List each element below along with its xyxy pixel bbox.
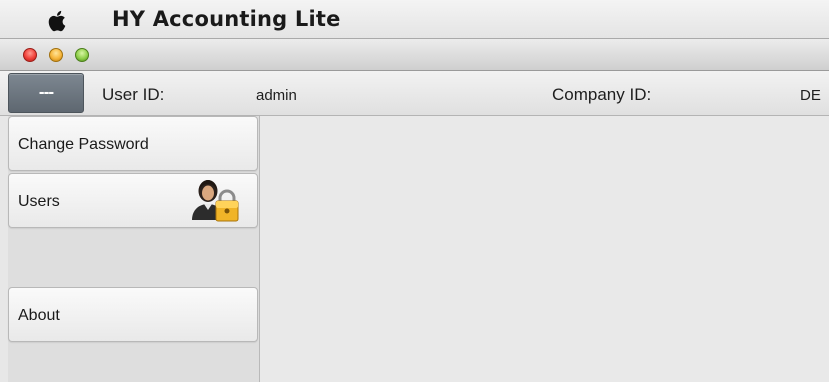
menu-bar: HY Accounting Lite (0, 0, 829, 39)
app-screen: HY Accounting Lite --- User ID: admin Co… (0, 0, 829, 382)
window-titlebar[interactable] (0, 39, 829, 71)
menu-toggle-button[interactable]: --- (8, 73, 84, 113)
menu-toggle-label: --- (38, 85, 54, 101)
about-label: About (18, 307, 60, 324)
minimize-window-button[interactable] (49, 48, 63, 62)
users-label: Users (18, 193, 60, 210)
main-content-area (260, 116, 829, 382)
change-password-label: Change Password (18, 136, 149, 153)
user-info-bar: --- User ID: admin Company ID: DE (0, 71, 829, 116)
zoom-window-button[interactable] (75, 48, 89, 62)
change-password-button[interactable]: Change Password (8, 116, 258, 171)
user-id-label: User ID: (102, 85, 165, 104)
app-name[interactable]: HY Accounting Lite (112, 7, 341, 31)
company-id-label: Company ID: (552, 85, 652, 104)
user-lock-icon (192, 180, 239, 222)
company-id-value: DE (800, 87, 821, 104)
apple-logo-icon[interactable] (45, 8, 71, 34)
about-button[interactable]: About (8, 287, 258, 342)
users-button[interactable]: Users (8, 173, 258, 228)
user-id-value: admin (256, 87, 297, 104)
sidebar: Change Password Users About (8, 116, 260, 382)
close-window-button[interactable] (23, 48, 37, 62)
